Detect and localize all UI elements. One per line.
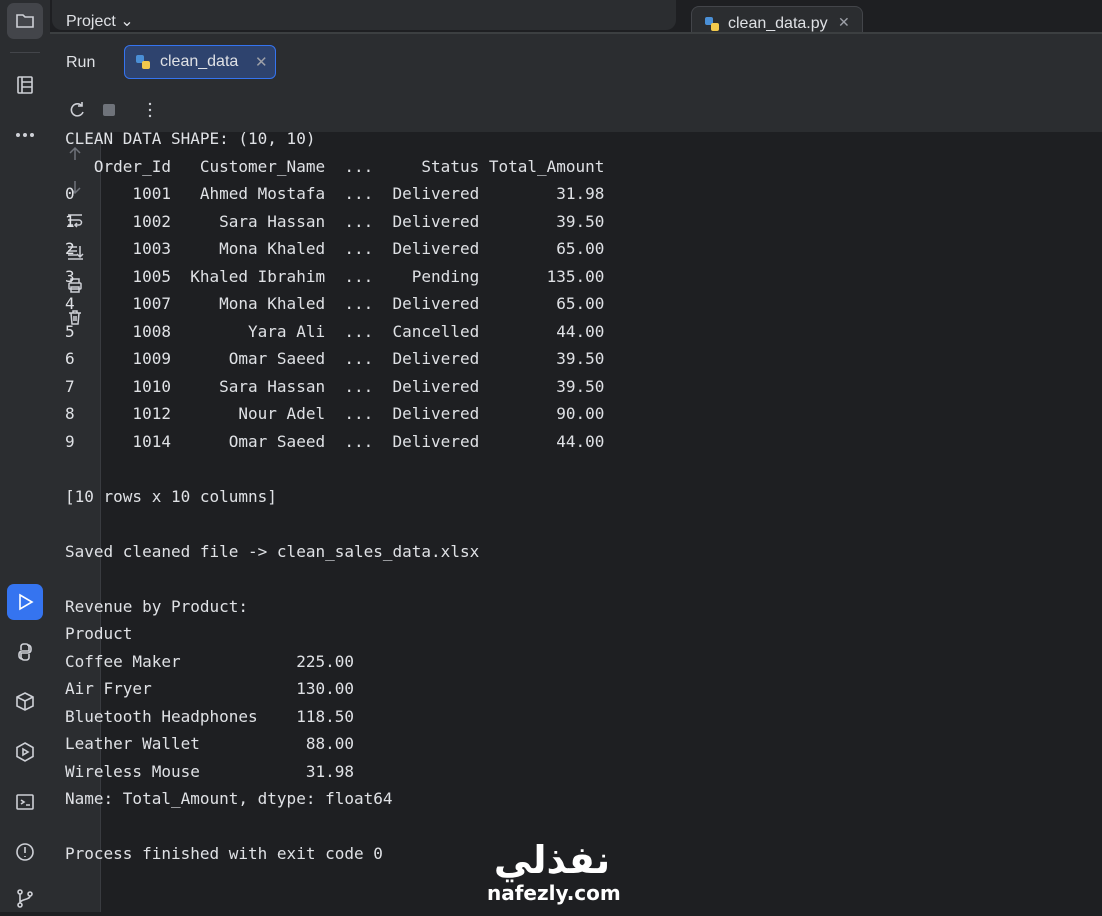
console-line: Product (65, 624, 133, 643)
console-line: Order_Id Customer_Name ... Status Total_… (65, 156, 605, 176)
editor-tab-clean-data[interactable]: clean_data.py ✕ (691, 6, 863, 33)
project-folder-icon[interactable] (7, 3, 43, 39)
console-line: 2 1003 Mona Khaled ... Delivered 65.00 (65, 239, 605, 258)
problems-icon[interactable] (7, 834, 43, 870)
console-output[interactable]: CLEAN DATA SHAPE: (10, 10) Order_Id Cust… (65, 125, 1102, 868)
console-line: 4 1007 Mona Khaled ... Delivered 65.00 (65, 294, 605, 313)
run-icon[interactable] (7, 584, 43, 620)
run-tab-clean-data[interactable]: clean_data ✕ (124, 45, 276, 79)
console-line: Coffee Maker 225.00 (65, 651, 354, 671)
services-icon[interactable] (7, 734, 43, 770)
more-options-icon[interactable] (138, 98, 162, 122)
console-line: Saved cleaned file -> clean_sales_data.x… (65, 541, 480, 561)
editor-tab-label: clean_data.py (728, 15, 828, 32)
git-icon[interactable] (7, 880, 43, 916)
python-file-icon (704, 16, 720, 33)
structure-icon[interactable] (7, 67, 43, 103)
project-panel-header (52, 0, 676, 30)
stop-icon[interactable] (97, 98, 121, 122)
console-line: Leather Wallet 88.00 (65, 734, 354, 753)
project-dropdown[interactable]: Project ⌄ (66, 11, 134, 31)
watermark-latin: nafezly.com (487, 881, 621, 905)
console-line: Wireless Mouse 31.98 (65, 761, 354, 781)
run-tab-label: clean_data (160, 53, 239, 70)
tool-window-strip (0, 0, 51, 912)
watermark-arabic: نفذلي (493, 838, 611, 882)
console-line: [10 rows x 10 columns] (65, 486, 277, 506)
run-header: Run clean_data ✕ (50, 34, 1102, 88)
console-line: CLEAN DATA SHAPE: (10, 10) (65, 129, 316, 148)
close-icon[interactable]: ✕ (255, 53, 268, 71)
console-line: 3 1005 Khaled Ibrahim ... Pending 135.00 (65, 266, 605, 286)
python-file-icon (135, 54, 151, 74)
console-line: Revenue by Product: (65, 596, 249, 616)
strip-divider (10, 52, 40, 53)
console-line: Air Fryer 130.00 (65, 679, 354, 698)
console-line: 0 1001 Ahmed Mostafa ... Delivered 31.98 (65, 184, 605, 203)
python-console-icon[interactable] (7, 634, 43, 670)
console-line: 9 1014 Omar Saeed ... Delivered 44.00 (65, 431, 605, 451)
console-line: 7 1010 Sara Hassan ... Delivered 39.50 (65, 376, 605, 396)
console-line: 6 1009 Omar Saeed ... Delivered 39.50 (65, 349, 605, 368)
python-packages-icon[interactable] (7, 684, 43, 720)
terminal-icon[interactable] (7, 784, 43, 820)
run-title: Run (66, 54, 96, 71)
console-line: 5 1008 Yara Ali ... Cancelled 44.00 (65, 321, 605, 341)
console-line: Name: Total_Amount, dtype: float64 (65, 789, 393, 808)
more-tools-icon[interactable] (7, 117, 43, 153)
nafezly-watermark: نفذلي nafezly.com (487, 838, 621, 908)
rerun-icon[interactable] (65, 98, 89, 122)
console-line: 1 1002 Sara Hassan ... Delivered 39.50 (65, 211, 605, 231)
console-line: Bluetooth Headphones 118.50 (65, 706, 354, 726)
close-icon[interactable]: ✕ (838, 15, 850, 31)
console-line: 8 1012 Nour Adel ... Delivered 90.00 (65, 404, 605, 423)
